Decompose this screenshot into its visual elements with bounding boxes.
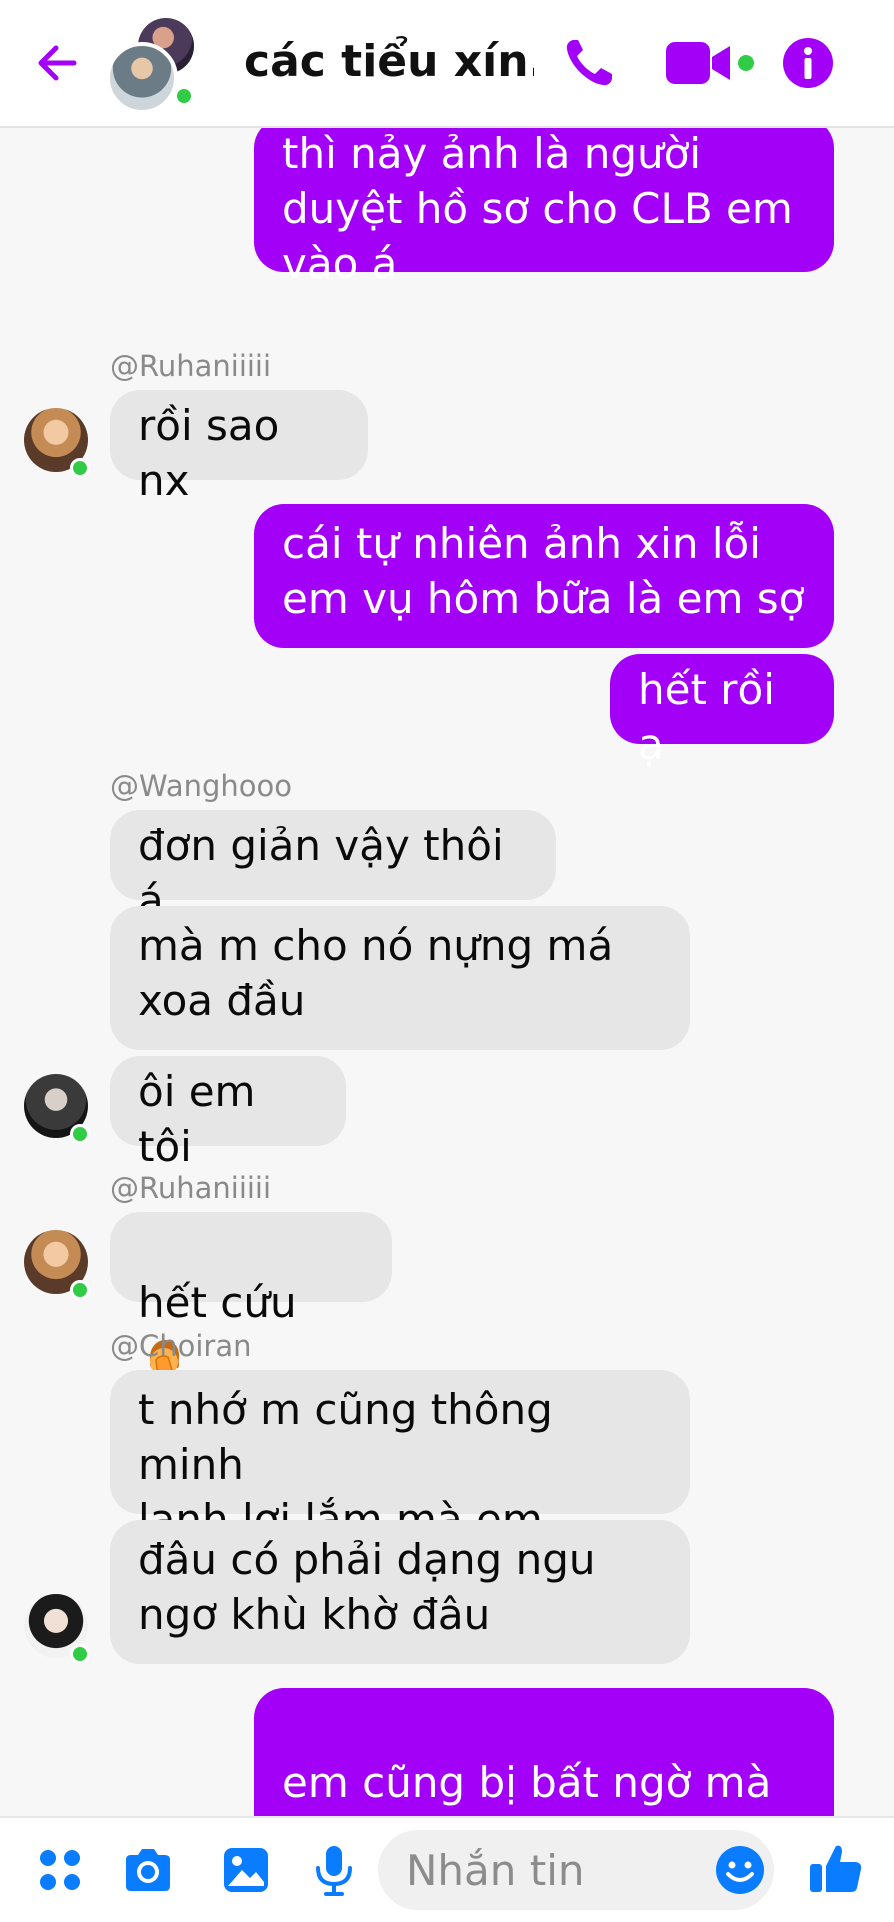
online-indicator: [70, 1644, 90, 1664]
image-icon[interactable]: [218, 1842, 274, 1898]
camera-icon[interactable]: [120, 1842, 176, 1898]
sender-name: @Ruhaniiiii: [110, 349, 272, 383]
incoming-message[interactable]: đâu có phải dạng ngu ngơ khù khờ đâu: [110, 1520, 690, 1664]
outgoing-message[interactable]: hết rồi ạ: [610, 654, 834, 769]
sender-name: @Ruhaniiiii: [110, 1171, 272, 1205]
incoming-message[interactable]: t nhớ m cũng thông minh lanh lợi lắm mà …: [110, 1370, 690, 1544]
outgoing-message[interactable]: thì nảy ảnh là người duyệt hồ sơ cho CLB…: [254, 128, 834, 288]
apps-grid-icon[interactable]: [32, 1842, 88, 1898]
online-indicator: [70, 1280, 90, 1300]
smiley-icon[interactable]: [712, 1842, 768, 1898]
video-camera-icon[interactable]: [664, 34, 756, 92]
message-composer: [0, 1816, 894, 1922]
outgoing-message[interactable]: cái tự nhiên ảnh xin lỗi em vụ hôm bữa l…: [254, 504, 834, 648]
online-indicator: [174, 86, 194, 106]
incoming-message[interactable]: hết cứu: [110, 1212, 392, 1384]
incoming-message[interactable]: rồi sao nx: [110, 390, 368, 505]
message-text: hết cứu: [138, 1278, 297, 1327]
phone-icon[interactable]: [560, 34, 616, 92]
arrow-left-icon[interactable]: [30, 36, 84, 90]
group-avatar[interactable]: [106, 18, 206, 114]
info-icon[interactable]: [780, 34, 836, 92]
message-list[interactable]: thì nảy ảnh là người duyệt hồ sơ cho CLB…: [0, 128, 894, 1816]
incoming-message[interactable]: ôi em tôi: [110, 1056, 346, 1171]
thumbs-up-icon[interactable]: [806, 1838, 866, 1898]
chat-header: các tiểu xín...: [0, 0, 894, 128]
member-avatar: [106, 42, 178, 114]
sender-name: @Wanghooo: [110, 769, 292, 803]
online-indicator: [70, 458, 90, 478]
conversation-title[interactable]: các tiểu xín...: [244, 34, 534, 90]
sender-name: @Choiran: [110, 1329, 252, 1363]
online-indicator: [70, 1124, 90, 1144]
incoming-message[interactable]: đơn giản vậy thôi á: [110, 810, 556, 925]
incoming-message[interactable]: mà m cho nó nựng má xoa đầu: [110, 906, 690, 1050]
microphone-icon[interactable]: [306, 1842, 362, 1898]
outgoing-message[interactable]: em cũng bị bất ngờ mà: [254, 1688, 834, 1816]
message-text: em cũng bị bất ngờ mà: [282, 1758, 772, 1807]
